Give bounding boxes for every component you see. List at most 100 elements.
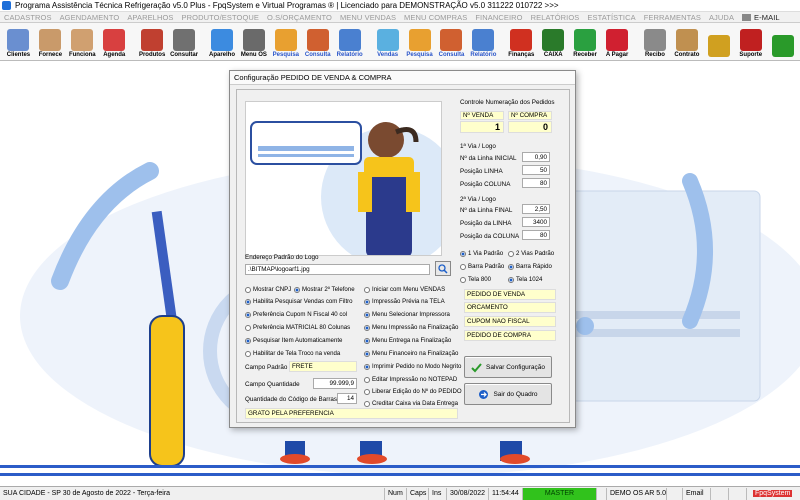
radio-indicator: [245, 311, 251, 318]
toolbar-button-23[interactable]: [768, 35, 797, 60]
browse-logo-button[interactable]: [435, 261, 451, 276]
doc-title-coupon[interactable]: CUPOM NAO FISCAL: [464, 316, 556, 327]
toolbar-button-16[interactable]: CAIXA: [539, 29, 568, 60]
status-email[interactable]: Email: [682, 487, 710, 500]
opt-show-phone[interactable]: Mostrar 2º Telefone: [294, 286, 355, 293]
opt-show-cnpj[interactable]: Mostrar CNPJ: [245, 286, 291, 293]
radio-indicator: [245, 298, 251, 305]
menu-ferramentas[interactable]: FERRAMENTAS: [644, 13, 701, 22]
toolbar-button-19[interactable]: Recibo: [641, 29, 670, 60]
menu-aparelhos[interactable]: APARELHOS: [127, 13, 173, 22]
toolbar-button-2[interactable]: Funciona: [68, 29, 97, 60]
first-copy-start-line-input[interactable]: 0,90: [522, 152, 550, 162]
toolbar-label: Pesquisa: [272, 52, 300, 58]
toolbar-button-10[interactable]: Relatório: [335, 29, 364, 60]
toolbar-button-20[interactable]: Contrato: [672, 29, 701, 60]
menu-financeiro[interactable]: FINANCEIRO: [475, 13, 522, 22]
radio-indicator: [364, 298, 370, 305]
second-copy-end-line-input[interactable]: 2,50: [522, 204, 550, 214]
products-icon: [141, 29, 164, 51]
second-copy-col-pos-input[interactable]: 80: [522, 230, 550, 240]
option-tela-1024[interactable]: Tela 1024: [508, 276, 542, 283]
opt-matricial-80[interactable]: Preferência MATRICIAL 80 Colunas: [245, 324, 350, 331]
toolbar-button-3[interactable]: Agenda: [100, 29, 129, 60]
opt-select-printer[interactable]: Menu Selecionar Impressora: [364, 311, 450, 318]
option-barra-padrao[interactable]: Barra Padrão: [460, 263, 504, 270]
toolbar-button-8[interactable]: Pesquisa: [271, 29, 300, 60]
toolbar-button-4[interactable]: Produtos: [138, 29, 167, 60]
menu-os-orcamento[interactable]: O.S/ORÇAMENTO: [267, 13, 332, 22]
toolbar-button-9[interactable]: Consulta: [303, 29, 332, 60]
opt-print-preview[interactable]: Impressão Prévia na TELA: [364, 298, 445, 305]
toolbar-button-11[interactable]: Vendas: [373, 29, 402, 60]
toolbar-button-6[interactable]: Aparelho: [208, 29, 237, 60]
toolbar-button-22[interactable]: Suporte: [736, 29, 765, 60]
opt-sales-filter[interactable]: Habilita Pesquisar Vendas com Filtro: [245, 298, 353, 305]
report-icon: [338, 29, 361, 51]
toolbar-button-13[interactable]: Consulta: [437, 29, 466, 60]
opt-coupon-40[interactable]: Preferência Cupom N Fiscal 40 col: [245, 311, 347, 318]
first-copy-line-pos-input[interactable]: 50: [522, 165, 550, 175]
sales-icon: [376, 29, 399, 51]
toolbar-button-1[interactable]: Fornece: [36, 29, 65, 60]
menu-email[interactable]: E-MAIL: [754, 13, 780, 22]
option-barra-rapido[interactable]: Barra Rápido: [508, 263, 552, 270]
default-field-input[interactable]: FRETE: [289, 361, 357, 372]
exit-dialog-button[interactable]: Sair do Quadro: [464, 383, 552, 405]
footer-message-input[interactable]: GRATO PELA PREFERENCIA: [245, 408, 458, 419]
toolbar-label: A Pagar: [605, 52, 629, 58]
status-caps: Caps: [406, 487, 428, 500]
purchase-number-value[interactable]: 0: [508, 121, 552, 133]
qty-field-input[interactable]: 99.999,9: [313, 378, 357, 389]
toolbar-button-15[interactable]: Finanças: [507, 29, 536, 60]
option-label: Mostrar CNPJ: [253, 286, 292, 293]
toolbar-button-5[interactable]: Consultar: [170, 29, 199, 60]
menu-vendas[interactable]: MENU VENDAS: [340, 13, 396, 22]
save-config-button[interactable]: Salvar Configuração: [464, 356, 552, 378]
menu-relatorios[interactable]: RELATÓRIOS: [531, 13, 580, 22]
option-2-vias[interactable]: 2 Vias Padrão: [508, 250, 554, 257]
doc-title-quote[interactable]: ORCAMENTO: [464, 302, 556, 313]
sale-number-value[interactable]: 1: [460, 121, 504, 133]
toolbar-button-14[interactable]: Relatório: [469, 29, 498, 60]
opt-credit-cash[interactable]: Creditar Caixa via Data Entrega: [364, 400, 458, 407]
menu-agendamento[interactable]: AGENDAMENTO: [60, 13, 120, 22]
opt-print-finalize[interactable]: Menu Impressão na Finalização: [364, 324, 458, 331]
radio-indicator: [364, 388, 370, 395]
option-1-via[interactable]: 1 Via Padrão: [460, 250, 503, 257]
menu-ajuda[interactable]: AJUDA: [709, 13, 734, 22]
menu-produto-estoque[interactable]: PRODUTO/ESTOQUE: [182, 13, 260, 22]
second-copy-line-pos-input[interactable]: 3400: [522, 217, 550, 227]
toolbar-button-21[interactable]: [704, 35, 733, 60]
numbering-title: Controle Numeração dos Pedidos: [460, 99, 555, 106]
toolbar: Clientes Fornece Funciona Agenda Produtos Con…: [0, 23, 800, 61]
toolbar-button-0[interactable]: Clientes: [4, 29, 33, 60]
toolbar-button-18[interactable]: A Pagar: [603, 29, 632, 60]
dialog-panel: Endereço Padrão do Logo .\BITMAP\logoarf…: [236, 89, 570, 423]
radio-indicator: [364, 337, 370, 344]
opt-delivery-finalize[interactable]: Menu Entrega na Finalização: [364, 337, 451, 344]
radio-indicator: [364, 286, 370, 293]
opt-finance-finalize[interactable]: Menu Financeiro na Finalização: [364, 350, 458, 357]
logo-path-input[interactable]: .\BITMAP\logoarf1.jpg: [245, 264, 430, 275]
barcode-qty-input[interactable]: 14: [337, 393, 357, 404]
toolbar-button-17[interactable]: Receber: [571, 29, 600, 60]
magnifier-icon: [438, 263, 448, 274]
opt-change-screen[interactable]: Habilitar de Tela Troco na venda: [245, 350, 340, 357]
first-copy-col-pos-input[interactable]: 80: [522, 178, 550, 188]
toolbar-button-12[interactable]: Pesquisa: [405, 29, 434, 60]
option-tela-800[interactable]: Tela 800: [460, 276, 491, 283]
toolbar-button-7[interactable]: Menu OS: [239, 29, 268, 60]
menu-cadastros[interactable]: CADASTROS: [4, 13, 52, 22]
menu-compras[interactable]: MENU COMPRAS: [404, 13, 467, 22]
opt-edit-order-number[interactable]: Liberar Edição do Nº do PEDIDO: [364, 388, 462, 395]
menu-estatistica[interactable]: ESTATÍSTICA: [587, 13, 635, 22]
opt-bold-print[interactable]: Imprimir Pedido no Modo Negrito: [364, 363, 461, 370]
doc-title-sale[interactable]: PEDIDO DE VENDA: [464, 289, 556, 300]
toolbar-label: Pesquisa: [406, 52, 433, 58]
opt-start-sales-menu[interactable]: Iniciar com Menu VENDAS: [364, 286, 445, 293]
opt-auto-search[interactable]: Pesquisar Item Automaticamente: [245, 337, 342, 344]
doc-title-purchase[interactable]: PEDIDO DE COMPRA: [464, 330, 556, 341]
option-label: Preferência MATRICIAL 80 Colunas: [253, 324, 351, 331]
opt-notepad-edit[interactable]: Editar Impressão no NOTEPAD: [364, 376, 457, 383]
